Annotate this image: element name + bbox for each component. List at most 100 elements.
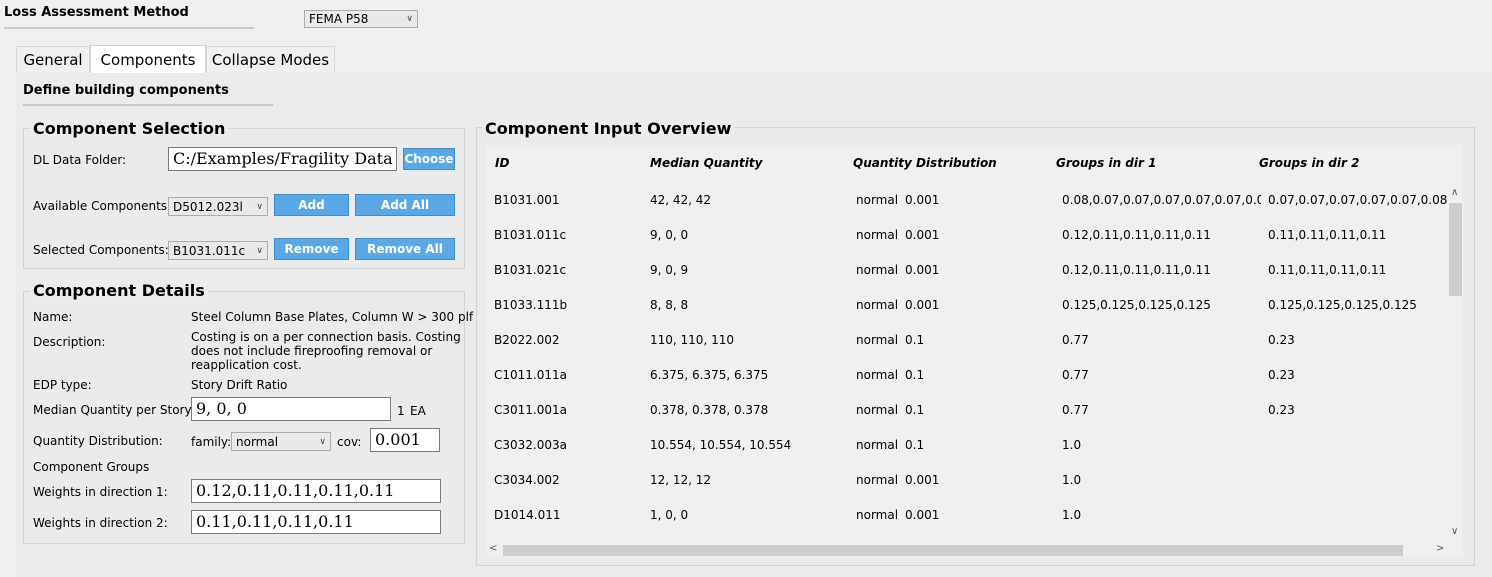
remove-all-button[interactable]: Remove All <box>355 238 455 260</box>
tab-label: Components <box>100 50 196 69</box>
cell-quantity: 1, 0, 0 <box>650 508 689 522</box>
edp-type-label: EDP type: <box>33 378 92 392</box>
cell-id: B1031.011c <box>494 228 567 242</box>
table-row[interactable]: D1014.011 1, 0, 0 normal 0.001 1.0 <box>487 499 1447 534</box>
available-components-value: D5012.023l <box>173 199 243 214</box>
section-underline <box>23 104 273 106</box>
add-button[interactable]: Add <box>274 194 349 216</box>
cell-groups-dir1: 0.77 <box>1062 403 1089 417</box>
table-row[interactable]: C3032.003a 10.554, 10.554, 10.554 normal… <box>487 429 1447 464</box>
cell-groups-dir2: 0.23 <box>1268 333 1295 347</box>
cell-id: D1014.011 <box>494 508 561 522</box>
column-header-groups-dir1[interactable]: Groups in dir 1 <box>1056 156 1156 170</box>
chevron-down-icon: ∨ <box>406 14 413 24</box>
cell-cov: 0.1 <box>905 403 925 417</box>
column-header-id[interactable]: ID <box>495 156 509 170</box>
cell-id: B1033.111b <box>494 298 568 312</box>
cell-quantity: 9, 0, 0 <box>650 228 689 242</box>
quantity-distribution-label: Quantity Distribution: <box>33 434 163 448</box>
cell-id: C3011.001a <box>494 403 567 417</box>
weights-dir1-input[interactable]: 0.12,0.11,0.11,0.11,0.11 <box>191 479 441 503</box>
table-row[interactable]: B2022.002 110, 110, 110 normal 0.1 0.77 … <box>487 324 1447 359</box>
scroll-left-icon[interactable]: < <box>489 543 497 554</box>
weights-dir1-label: Weights in direction 1: <box>33 485 168 499</box>
edp-type-value: Story Drift Ratio <box>191 378 288 392</box>
cell-groups-dir1: 0.08,0.07,0.07,0.07,0.07,0.07,0.07 <box>1062 193 1261 207</box>
dl-folder-label: DL Data Folder: <box>33 153 127 167</box>
family-select[interactable]: normal ∨ <box>231 432 331 451</box>
chevron-down-icon: ∨ <box>319 436 326 447</box>
cell-cov: 0.001 <box>905 193 940 207</box>
cell-quantity: 9, 0, 9 <box>650 263 689 277</box>
tab-collapse-modes[interactable]: Collapse Modes <box>206 46 335 73</box>
cell-groups-dir1: 1.0 <box>1062 508 1082 522</box>
cell-cov: 0.001 <box>905 298 940 312</box>
cell-cov: 0.001 <box>905 473 940 487</box>
cell-groups-dir2: 0.07,0.07,0.07,0.07,0.07,0.08 <box>1268 193 1447 207</box>
cell-quantity: 110, 110, 110 <box>650 333 734 347</box>
column-header-median-quantity[interactable]: Median Quantity <box>650 156 762 170</box>
cell-family: normal <box>856 228 899 242</box>
choose-button[interactable]: Choose <box>403 148 455 170</box>
table-row[interactable]: C1011.011a 6.375, 6.375, 6.375 normal 0.… <box>487 359 1447 394</box>
column-header-quantity-distribution[interactable]: Quantity Distribution <box>853 156 997 170</box>
selected-components-select[interactable]: B1031.011c ∨ <box>168 241 268 260</box>
loss-method-value: FEMA P58 <box>309 12 369 26</box>
description-line-3: reapplication cost. <box>191 358 302 372</box>
cell-cov: 0.1 <box>905 368 925 382</box>
table-row[interactable]: C3011.001a 0.378, 0.378, 0.378 normal 0.… <box>487 394 1447 429</box>
cell-family: normal <box>856 263 899 277</box>
description-label: Description: <box>33 335 106 349</box>
table-row[interactable]: B1031.011c 9, 0, 0 normal 0.001 0.12,0.1… <box>487 219 1447 254</box>
cell-family: normal <box>856 298 899 312</box>
cell-groups-dir1: 0.77 <box>1062 368 1089 382</box>
cell-id: B2022.002 <box>494 333 560 347</box>
cell-groups-dir1: 0.12,0.11,0.11,0.11,0.11 <box>1062 263 1211 277</box>
family-label: family: <box>191 435 232 449</box>
remove-button[interactable]: Remove <box>274 238 349 260</box>
loss-method-select[interactable]: FEMA P58 ∨ <box>304 10 418 28</box>
table-row[interactable]: C3034.002 12, 12, 12 normal 0.001 1.0 <box>487 464 1447 499</box>
cell-groups-dir1: 0.12,0.11,0.11,0.11,0.11 <box>1062 228 1211 242</box>
tab-label: General <box>23 51 83 69</box>
tab-general[interactable]: General <box>16 46 90 73</box>
description-line-1: Costing is on a per connection basis. Co… <box>191 330 461 344</box>
unit-value: 1 <box>397 404 405 418</box>
cell-family: normal <box>856 368 899 382</box>
unit-name: EA <box>410 404 426 418</box>
scroll-up-icon[interactable]: ∧ <box>1451 187 1458 198</box>
component-selection-title: Component Selection <box>30 119 229 138</box>
cell-quantity: 8, 8, 8 <box>650 298 689 312</box>
scroll-right-icon[interactable]: > <box>1436 543 1444 554</box>
available-components-select[interactable]: D5012.023l ∨ <box>168 197 268 216</box>
cov-input[interactable]: 0.001 <box>370 428 440 452</box>
tab-components[interactable]: Components <box>90 45 206 73</box>
table-row[interactable]: B1033.111b 8, 8, 8 normal 0.001 0.125,0.… <box>487 289 1447 324</box>
cell-family: normal <box>856 403 899 417</box>
median-quantity-input[interactable]: 9, 0, 0 <box>191 397 391 421</box>
cell-id: B1031.001 <box>494 193 560 207</box>
cell-family: normal <box>856 438 899 452</box>
vertical-scrollbar-thumb[interactable] <box>1449 203 1462 296</box>
tab-label: Collapse Modes <box>211 51 330 69</box>
chevron-down-icon: ∨ <box>256 201 263 212</box>
cell-quantity: 6.375, 6.375, 6.375 <box>650 368 769 382</box>
median-quantity-label: Median Quantity per Story: <box>33 403 195 417</box>
column-header-groups-dir2[interactable]: Groups in dir 2 <box>1259 156 1359 170</box>
cell-cov: 0.001 <box>905 228 940 242</box>
cell-quantity: 10.554, 10.554, 10.554 <box>650 438 792 452</box>
scroll-down-icon[interactable]: ∨ <box>1451 526 1458 537</box>
table-row[interactable]: B1031.021c 9, 0, 9 normal 0.001 0.12,0.1… <box>487 254 1447 289</box>
table-row[interactable]: B1031.001 42, 42, 42 normal 0.001 0.08,0… <box>487 184 1447 219</box>
name-value: Steel Column Base Plates, Column W > 300… <box>191 310 474 324</box>
cell-family: normal <box>856 333 899 347</box>
weights-dir2-input[interactable]: 0.11,0.11,0.11,0.11 <box>191 510 441 534</box>
add-all-button[interactable]: Add All <box>355 194 455 216</box>
cell-family: normal <box>856 508 899 522</box>
horizontal-scrollbar-thumb[interactable] <box>503 545 1403 556</box>
dl-folder-input[interactable]: C:/Examples/Fragility Data <box>168 147 397 171</box>
cell-quantity: 12, 12, 12 <box>650 473 712 487</box>
cell-family: normal <box>856 473 899 487</box>
family-value: normal <box>236 434 279 449</box>
cell-groups-dir2: 0.23 <box>1268 368 1295 382</box>
